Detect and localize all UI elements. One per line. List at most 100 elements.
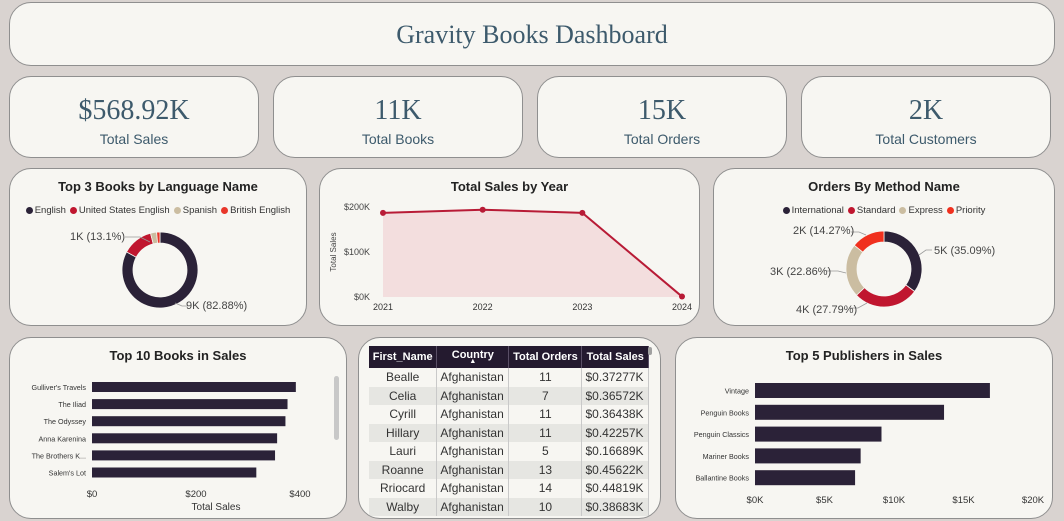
table-cell-country: Afghanistan (436, 497, 510, 516)
bar-the-odyssey (92, 416, 286, 427)
kpi-value: $568.92K (78, 95, 190, 126)
method-chart-card[interactable]: Orders By Method Name International Stand… (713, 168, 1055, 326)
table-cell-total-orders: 5 (508, 442, 583, 461)
category-label: Gulliver's Travels (32, 383, 87, 392)
top-books-chart-card[interactable]: Top 10 Books in Sales Gulliver's Travels… (9, 337, 347, 519)
table-cell-country: Afghanistan (436, 386, 510, 405)
table-row[interactable]: Walby Afghanistan 10 $0.38683K (369, 497, 649, 516)
table-cell-total-orders: 11 (508, 423, 583, 442)
x-tick-label: 2021 (373, 302, 393, 312)
bar-salem-s-lot (92, 467, 257, 478)
bar-mariner-books (755, 448, 861, 464)
data-label: 2K (14.27%) (793, 225, 854, 237)
kpi-total-customers[interactable]: 2K Total Customers (801, 76, 1051, 158)
category-label: The Iliad (58, 400, 86, 409)
table-scrollbar[interactable] (648, 347, 652, 355)
column-header-country[interactable]: Country ▲ (436, 346, 510, 368)
table-cell-total-orders: 13 (508, 460, 583, 479)
bar-vintage (755, 383, 990, 398)
kpi-label: Total Orders (623, 131, 701, 147)
data-label-leader (918, 249, 932, 256)
bar-anna-karenina (92, 433, 278, 444)
table-cell-total-orders: 7 (508, 386, 583, 405)
bar-gulliver-s-travels (92, 382, 296, 392)
x-tick-label: $5K (816, 495, 834, 506)
kpi-total-sales[interactable]: $568.92K Total Sales (9, 76, 259, 158)
publishers-chart-card[interactable]: Top 5 Publishers in Sales Vintage Penguin… (675, 337, 1053, 519)
x-tick-label: 2024 (672, 302, 692, 312)
table-row[interactable]: Roanne Afghanistan 13 $0.45622K (369, 460, 649, 479)
table-row[interactable]: Lauri Afghanistan 5 $0.16689K (369, 442, 649, 461)
area-fill (383, 209, 682, 297)
title-card: Gravity Books Dashboard (9, 2, 1055, 66)
table-cell-country: Afghanistan (436, 442, 510, 461)
table-cell-total-sales: $0.45622K (581, 460, 649, 479)
language-chart-card[interactable]: Top 3 Books by Language Name English Unit… (9, 168, 307, 326)
table-cell-total-orders: 14 (508, 479, 583, 498)
table-cell-total-sales: $0.16689K (581, 442, 649, 461)
sales-year-area-chart: $0K $100K $200K Total Sales 2021 2022 2023 2024 (329, 202, 692, 312)
kpi-label: Total Books (361, 131, 435, 147)
y-tick-label: $200K (344, 202, 370, 212)
category-label: Mariner Books (703, 452, 750, 461)
category-label: Penguin Classics (694, 430, 750, 439)
data-label: 3K (22.86%) (770, 266, 831, 278)
table-cell-country: Afghanistan (436, 460, 510, 479)
category-label: Salem's Lot (49, 469, 86, 478)
sales-year-chart-card[interactable]: Total Sales by Year $0K $100K $200K Total S… (319, 168, 700, 326)
table-cell-first-name: Lauri (369, 442, 438, 461)
bar-ballantine-books (755, 470, 856, 486)
x-tick-label: $10K (883, 495, 906, 506)
table-cell-total-sales: $0.44819K (581, 479, 649, 498)
bar-penguin-classics (755, 426, 882, 442)
kpi-value: 2K (908, 95, 944, 126)
bar-the-iliad (92, 399, 288, 410)
method-donut-chart: 5K (35.09%) 4K (27.79%) 3K (22.86%) 2K (14.… (770, 225, 995, 316)
slice-priority (853, 230, 885, 253)
table-row[interactable]: Hillary Afghanistan 11 $0.42257K (369, 423, 649, 442)
table-row[interactable]: Bealle Afghanistan 11 $0.37277K (369, 368, 649, 387)
table-cell-total-sales: $0.36438K (581, 405, 649, 424)
publishers-bar-chart: Vintage Penguin Books Penguin Classics Mari… (694, 383, 1045, 506)
table-cell-total-sales: $0.38683K (581, 497, 649, 516)
table-row[interactable]: Celia Afghanistan 7 $0.36572K (369, 386, 649, 405)
top-books-scrollbar[interactable] (334, 376, 339, 440)
x-tick-label: $400 (289, 489, 310, 500)
table-cell-first-name: Rriocard (369, 479, 438, 498)
data-label: 1K (13.1%) (70, 231, 125, 243)
table-cell-first-name: Bealle (369, 368, 438, 387)
category-label: Vintage (725, 387, 749, 396)
table-cell-country: Afghanistan (436, 423, 510, 442)
x-axis-label: Total Sales (192, 502, 241, 513)
category-label: The Brothers K... (32, 451, 86, 460)
x-tick-label: $15K (952, 495, 975, 506)
bar-penguin-books (755, 404, 945, 420)
table-cell-first-name: Roanne (369, 460, 438, 479)
slice-british-english (156, 231, 161, 244)
table-row[interactable]: Rriocard Afghanistan 14 $0.44819K (369, 479, 649, 498)
kpi-label: Total Customers (875, 131, 977, 147)
point-2021 (380, 209, 386, 216)
table-cell-total-sales: $0.42257K (581, 423, 649, 442)
table-cell-total-orders: 11 (508, 405, 583, 424)
category-label: Penguin Books (701, 408, 750, 417)
table-cell-country: Afghanistan (436, 368, 510, 387)
orders-table-card[interactable]: First_Name Country ▲ Total Orders Total … (358, 337, 661, 519)
column-header-first-name[interactable]: First_Name (369, 346, 438, 368)
data-label: 5K (35.09%) (934, 245, 995, 257)
kpi-total-orders[interactable]: 15K Total Orders (537, 76, 787, 158)
category-label: Anna Karenina (38, 434, 86, 443)
kpi-value: 11K (374, 95, 422, 126)
table-cell-total-sales: $0.37277K (581, 368, 649, 387)
kpi-total-books[interactable]: 11K Total Books (273, 76, 523, 158)
table-row[interactable]: Cyrill Afghanistan 11 $0.36438K (369, 405, 649, 424)
x-tick-label: $200 (185, 489, 206, 500)
point-2024 (679, 293, 685, 300)
table-cell-first-name: Cyrill (369, 405, 438, 424)
kpi-value: 15K (637, 95, 687, 126)
column-header-total-orders[interactable]: Total Orders (508, 346, 583, 368)
category-label: Ballantine Books (695, 474, 749, 483)
x-tick-label: $0 (87, 489, 98, 500)
table-cell-first-name: Walby (369, 497, 438, 516)
column-header-total-sales[interactable]: Total Sales (581, 346, 649, 368)
